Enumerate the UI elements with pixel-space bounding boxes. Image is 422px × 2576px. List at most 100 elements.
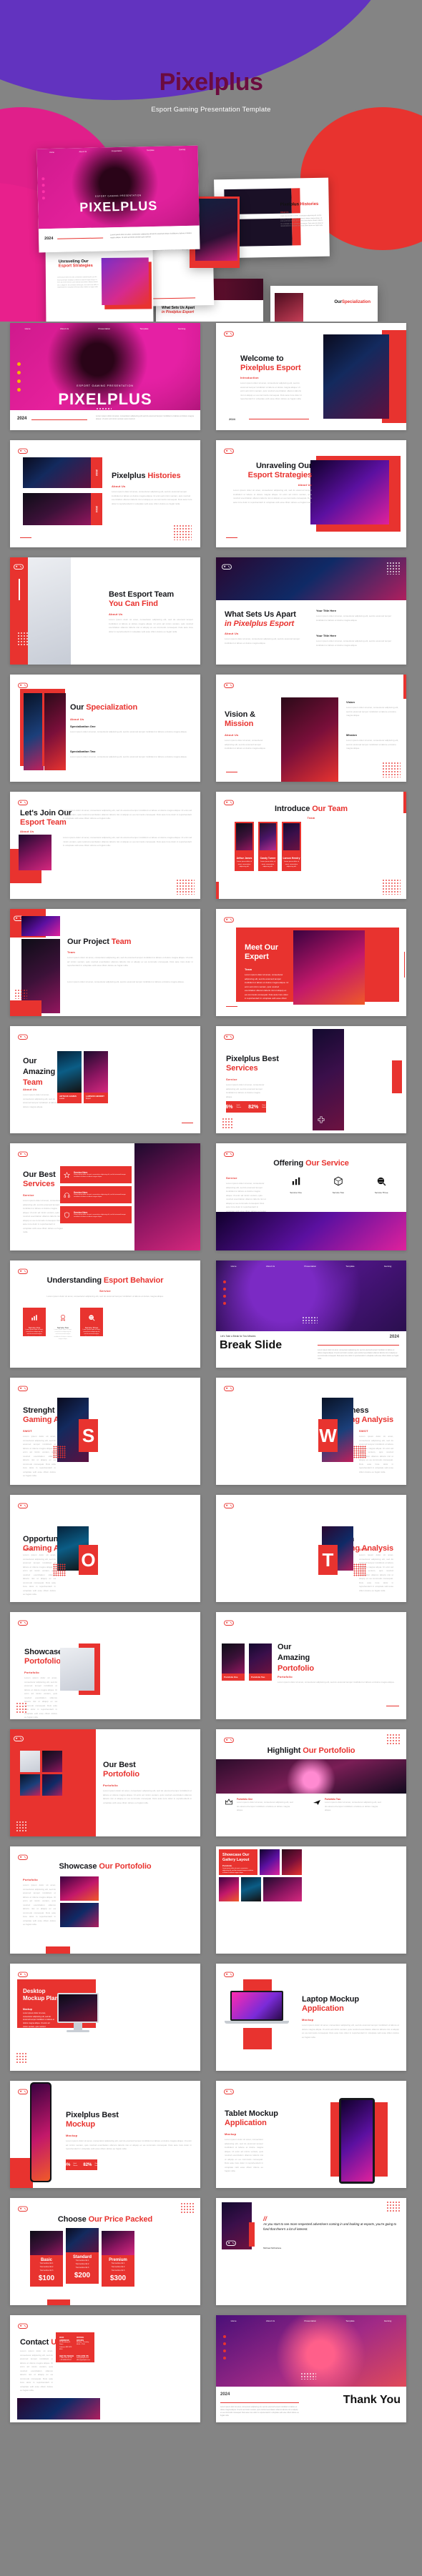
slide-introduce-team[interactable]: 10 Introduce Our Team Team Arthur James … <box>216 792 406 899</box>
slide-our-best-services[interactable]: 15 Our BestServices Service Lorem ipsum … <box>10 1143 200 1250</box>
portfolio-card[interactable]: Portofolio Two <box>249 1643 272 1681</box>
nav-item[interactable]: Home <box>231 1265 237 1268</box>
slide-photo <box>19 835 51 870</box>
nav-item[interactable]: Template <box>345 2319 354 2322</box>
portfolio-card[interactable]: Portofolio One <box>222 1643 245 1681</box>
slide-best-portfolio[interactable]: 25 Our BestPortofolio Portofolio Lorem i… <box>10 1729 200 1836</box>
nav-item[interactable]: Template <box>345 1265 354 1268</box>
slide-welcome[interactable]: 02 Welcome toPixelplus Esport Introducti… <box>216 323 406 430</box>
team-card[interactable] <box>282 822 301 856</box>
dot-grid-decoration <box>14 989 27 999</box>
slide-histories[interactable]: 03 2022 2024 Pixelplus Histories About U… <box>10 440 200 547</box>
slide-swot-threat[interactable]: 22 TreathGaming Analysis SWOT Lorem ipsu… <box>216 1495 406 1602</box>
nav-item[interactable]: Presentation <box>98 327 110 330</box>
nav-item[interactable]: Presentation <box>304 2319 316 2322</box>
pricing-card-standard[interactable]: Standard Your service list 1 Your servic… <box>66 2228 99 2284</box>
slide-amazing-portfolio[interactable]: 24 Portofolio One Portofolio Two OurAmaz… <box>216 1612 406 1719</box>
badge-icon <box>61 1314 65 1321</box>
service-title: Service One <box>290 1191 302 1194</box>
gamepad-icon <box>14 1736 24 1741</box>
service-card[interactable]: Service One Lorem ipsum dolor sit amet, … <box>23 1308 46 1340</box>
slide-what-sets-apart[interactable]: 06 What Sets Us Apartin Pixelplus Esport… <box>216 557 406 665</box>
slide-showcase-portfolio-2[interactable]: 27 Showcase Our Portofolio Portofolio Lo… <box>10 1846 200 1954</box>
slide-join-team[interactable]: 09 Let's Join OurEsport Team About Us Lo… <box>10 792 200 899</box>
tablet-mockup <box>339 2098 375 2184</box>
slide-project-team[interactable]: 11 Our Project Team Team Lorem ipsum dol… <box>10 909 200 1016</box>
service-item[interactable]: Service Two <box>333 1176 344 1194</box>
nav-item[interactable]: About Us <box>266 1265 275 1268</box>
slide-year: 2024 <box>17 417 27 421</box>
nav-item[interactable]: Home <box>231 2319 237 2322</box>
slide-label: Mockup <box>66 2134 78 2137</box>
slide-body: Lorem ipsum dolor sit amet, consectetur … <box>240 382 303 401</box>
dot-grid-decoration <box>382 762 401 777</box>
gamepad-icon <box>224 1737 234 1743</box>
slide-amazing-team[interactable]: 13 OurAmazingTeam About Us Lorem ipsum d… <box>10 1026 200 1133</box>
pricing-card-premium[interactable]: Premium Your service list 1 Your service… <box>102 2231 134 2287</box>
dpad-icon <box>318 1116 325 1123</box>
gamepad-icon <box>18 2089 28 2094</box>
nav-item[interactable]: Gaming <box>178 327 186 330</box>
slide-photo <box>216 557 406 600</box>
team-card[interactable] <box>258 822 278 856</box>
portfolio-item[interactable]: Portofolio Two Lorem ipsum dolor sit ame… <box>313 1798 383 1813</box>
gamepad-icon <box>18 1971 28 1977</box>
column-body: Lorem ipsum dolor sit amet, consectetur … <box>316 615 392 622</box>
service-item[interactable]: Service Here Lorem ipsum dolor sit amet,… <box>60 1186 132 1203</box>
nav-item[interactable]: Gaming <box>384 2319 392 2322</box>
preview-title: What Sets Us Apart in Pixelplus Esport <box>162 306 195 314</box>
slide-break[interactable]: 18 Home About Us Presentation Template G… <box>216 1260 406 1368</box>
nav-item[interactable]: Template <box>139 327 148 330</box>
slide-pricing[interactable]: 33 Choose Our Price Packed Basic Your se… <box>10 2198 200 2305</box>
service-item[interactable]: Service One <box>290 1176 302 1194</box>
gamepad-icon <box>18 1386 28 1391</box>
slide-tablet-mockup[interactable]: 32 Tablet MockupApplication Mockup Lorem… <box>216 2081 406 2188</box>
slide-esport-behavior[interactable]: 17 Understanding Esport Behavior Service… <box>10 1260 200 1368</box>
slide-laptop-mockup[interactable]: 30 Laptop MockupApplication Mockup Lorem… <box>216 1964 406 2071</box>
phone-mockup <box>30 2082 51 2182</box>
slide-quote[interactable]: 34 // As you start to see more respected… <box>216 2198 406 2305</box>
slide-photo <box>44 693 66 770</box>
slide-showcase-portfolio[interactable]: 23 Showcase OurPortofolio Portofolio Lor… <box>10 1612 200 1719</box>
slide-best-team[interactable]: 05 Best Esport TeamYou Can Find About Us… <box>10 557 200 665</box>
nav-item[interactable]: About Us <box>60 327 69 330</box>
nav-item[interactable]: Home <box>25 327 31 330</box>
service-item[interactable]: Service Here Lorem ipsum dolor sit amet,… <box>60 1206 132 1223</box>
service-title: Service Two <box>332 1191 345 1194</box>
slide-specialization[interactable]: 07 Our Specialization About Us Specializ… <box>10 675 200 782</box>
slide-thank-you[interactable]: 36 Home About Us Presentation Template G… <box>216 2315 406 2422</box>
slide-cover[interactable]: 01 Home About Us Presentation Template G… <box>10 323 200 430</box>
slide-label: Portofolio <box>24 1671 39 1674</box>
slide-vision-mission[interactable]: 08 Vision &Mission About Us Lorem ipsum … <box>216 675 406 782</box>
slide-desktop-mockup[interactable]: 29 DesktopMockup Plan Mockup Lorem ipsum… <box>10 1964 200 2071</box>
stat-caption: Quick Service <box>73 2162 78 2167</box>
slide-offering-service[interactable]: 16 Offering Our Service Service Lorem ip… <box>216 1143 406 1250</box>
gamepad-icon <box>18 448 28 454</box>
dot-grid-decoration <box>386 1734 401 1745</box>
slide-highlight-portfolio[interactable]: 26 Highlight Our Portofolio Portofolio O… <box>216 1729 406 1836</box>
slide-meet-expert[interactable]: 12 Meet OurExpert Team Lorem ipsum dolor… <box>216 909 406 1016</box>
service-card[interactable]: Service Three Lorem ipsum dolor sit amet… <box>80 1308 103 1340</box>
service-item[interactable]: Service Here Lorem ipsum dolor sit amet,… <box>60 1166 132 1183</box>
nav-item[interactable]: About Us <box>266 2319 275 2322</box>
slide-best-services[interactable]: 14 Pixelplus BestServices Service Lorem … <box>216 1026 406 1133</box>
thankyou-body: Lorem ipsum dolor sit amet, consectetur … <box>220 2406 299 2417</box>
slide-swot-strength[interactable]: 19 StrenghtGaming Analysis SWOT Lorem ip… <box>10 1378 200 1485</box>
slide-swot-weakness[interactable]: 20 WeaknessGaming Analysis SWOT Lorem ip… <box>216 1378 406 1485</box>
slide-phone-mockup[interactable]: 31 Pixelplus BestMockup Mockup Lorem ips… <box>10 2081 200 2188</box>
slide-strategies[interactable]: 04 Unraveling OurEsport Strategies About… <box>216 440 406 547</box>
team-card[interactable] <box>235 822 254 856</box>
gamepad-icon <box>18 1620 28 1626</box>
service-card[interactable]: Service Two Lorem ipsum dolor sit amet, … <box>51 1308 74 1340</box>
portfolio-item[interactable]: Portofolio One Lorem ipsum dolor sit ame… <box>225 1798 295 1813</box>
slide-title: Our Project Team <box>67 938 132 946</box>
slide-swot-opportunity[interactable]: 21 OpportunityGaming Analysis SWOT Lorem… <box>10 1495 200 1602</box>
pricing-card-basic[interactable]: Basic Your service list 1 Your service l… <box>30 2231 63 2287</box>
nav-item[interactable]: Presentation <box>304 1265 316 1268</box>
slide-contact[interactable]: 35 Contact Us Lorem ipsum dolor sit amet… <box>10 2315 200 2422</box>
gamepad-icon <box>224 331 234 337</box>
nav-item[interactable]: Gaming <box>384 1265 392 1268</box>
service-item[interactable]: Service Three <box>375 1176 388 1194</box>
slide-title: What Sets Us Apart in Pixelplus Esport <box>225 610 296 629</box>
slide-gallery-layout[interactable]: 28 Showcase OurGallery Layout Portofolio… <box>216 1846 406 1954</box>
